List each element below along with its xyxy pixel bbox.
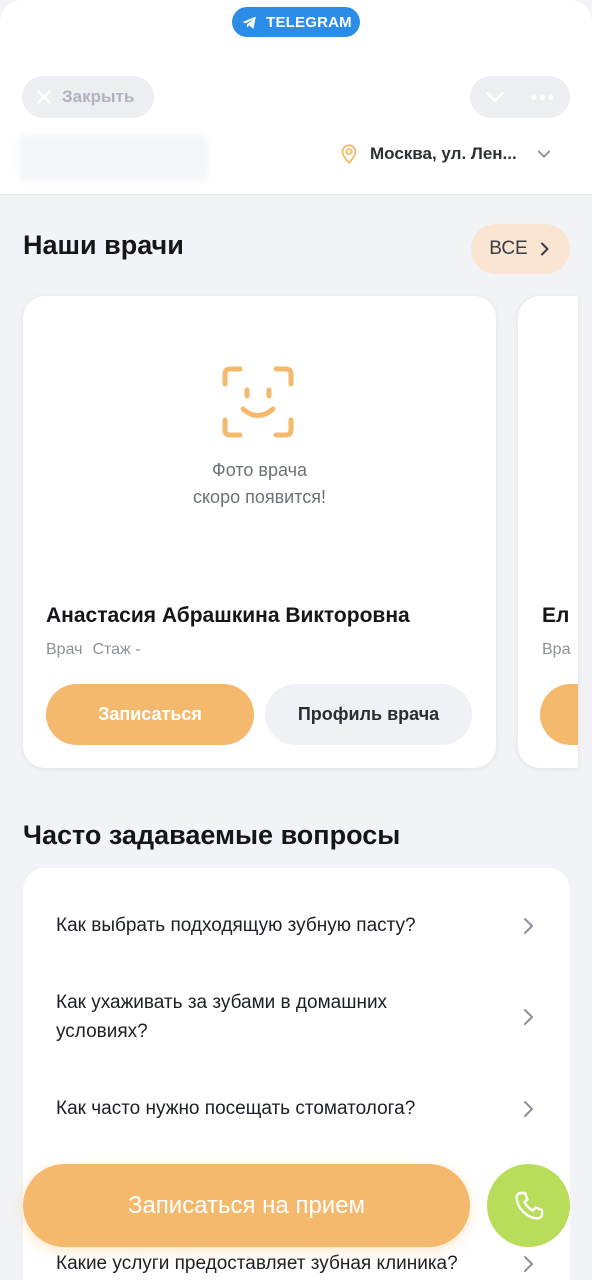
faq-question: Как часто нужно посещать стоматолога? [56,1098,416,1119]
next-doctor-name: Ел [542,604,570,627]
collapse-button[interactable] [484,86,506,108]
map-pin-icon [338,143,360,165]
chevron-down-icon [486,91,504,103]
faq-item[interactable]: Как выбрать подходящую зубную пасту? [56,911,536,940]
all-doctors-label: ВСЕ [489,238,528,259]
doctor-profile-button[interactable]: Профиль врача [265,684,472,745]
faq-question: Как выбрать подходящую зубную пасту? [56,915,416,936]
telegram-badge-label: TELEGRAM [266,13,352,31]
doctor-meta: Врач Стаж - [46,641,141,659]
faq-question: Какие услуги предоставляет зубная клиник… [56,1253,458,1274]
photo-placeholder-text: Фото врача скоро появится! [23,457,496,511]
chevron-right-icon [540,242,549,256]
close-label: Закрыть [62,87,135,106]
photo-note-line-1: Фото врача [212,460,307,480]
location-text: Москва, ул. Лен... [370,144,517,163]
header-panel: TELEGRAM Закрыть Москва, ул. Лен... [0,0,592,195]
doctors-section-title: Наши врачи [23,230,184,260]
chevron-right-icon [524,1255,533,1272]
call-button[interactable] [487,1164,570,1247]
next-doctor-meta: Вра [542,641,571,658]
telegram-badge: TELEGRAM [232,7,360,37]
phone-icon [514,1191,543,1220]
faq-item[interactable]: Как часто нужно посещать стоматолога? [56,1094,536,1123]
clinic-logo [18,134,208,182]
telegram-icon [242,16,256,29]
more-dots-icon [531,94,536,100]
close-icon [36,89,52,105]
next-doctor-book-button[interactable] [540,684,578,745]
face-placeholder-icon [222,366,294,438]
location-selector[interactable]: Москва, ул. Лен... [338,140,553,168]
faq-section-title: Часто задаваемые вопросы [23,820,401,850]
chevron-right-icon [524,1009,533,1025]
book-appointment-button[interactable]: Записаться на прием [23,1164,470,1247]
next-doctor-card[interactable]: Ел Вра [518,296,578,768]
chevron-down-icon [527,145,553,163]
doctor-name: Анастасия Абрашкина Викторовна [46,604,410,627]
chevron-right-icon [524,917,533,934]
more-options-button[interactable] [531,94,554,100]
header-menu-pill [470,76,570,118]
chevron-right-icon [524,1100,533,1117]
doctor-role: Врач [46,641,83,658]
book-doctor-button[interactable]: Записаться [46,684,254,745]
doctor-experience: Стаж - [92,641,141,658]
close-button[interactable]: Закрыть [22,76,154,118]
all-doctors-button[interactable]: ВСЕ [471,224,570,274]
faq-question: Как ухаживать за зубами в домашних услов… [56,992,388,1042]
faq-item[interactable]: Какие услуги предоставляет зубная клиник… [56,1249,536,1278]
photo-note-line-2: скоро появится! [192,487,327,507]
faq-item[interactable]: Как ухаживать за зубами в домашних услов… [56,988,536,1046]
